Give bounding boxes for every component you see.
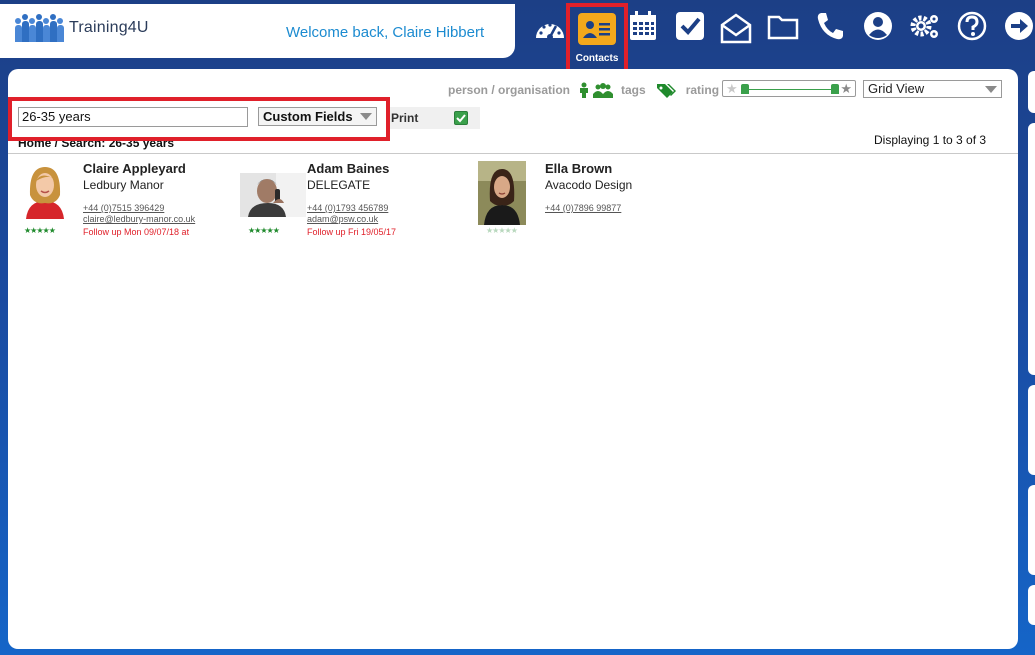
view-mode-value: Grid View [868, 81, 925, 96]
user-profile-icon[interactable] [856, 4, 900, 48]
slider-track [741, 89, 837, 90]
star-min-icon: ★ [726, 81, 738, 96]
filter-bar: person / organisation tags rating [448, 82, 719, 98]
person-organisation-label: person / organisation [448, 83, 571, 97]
help-icon[interactable] [950, 4, 994, 48]
welcome-message: Welcome back, Claire Hibbert [286, 24, 485, 41]
mail-icon[interactable] [714, 6, 758, 50]
organisation-filter-icon[interactable] [593, 82, 614, 98]
results-count: Displaying 1 to 3 of 3 [874, 133, 987, 147]
side-tab[interactable] [1028, 385, 1035, 475]
contact-card[interactable]: ★★★★★ Claire Appleyard Ledbury Manor +44… [16, 161, 241, 241]
print-label: Print [391, 111, 419, 125]
contacts-icon [578, 13, 616, 45]
side-tab[interactable] [1028, 123, 1035, 375]
contact-follow-up: Follow up Mon 09/07/18 at [83, 227, 190, 237]
rating-label: rating [685, 83, 720, 97]
star-max-icon: ★ [840, 81, 852, 96]
contact-card[interactable]: ★★★★★ Adam Baines DELEGATE +44 (0)1793 4… [240, 161, 465, 241]
contact-phone[interactable]: +44 (0)7515 396429 [83, 203, 164, 213]
person-filter-icon[interactable] [578, 82, 590, 98]
side-tab[interactable] [1028, 71, 1035, 113]
calendar-icon[interactable] [621, 4, 665, 48]
logo[interactable]: Training4U [14, 14, 149, 42]
view-mode-select[interactable]: Grid View [863, 80, 1002, 98]
rating-range-slider[interactable]: ★ ★ [722, 80, 856, 97]
contact-organisation: Ledbury Manor [83, 178, 164, 192]
slider-min-handle[interactable] [741, 84, 749, 94]
tags-icon[interactable] [656, 82, 676, 98]
phone-icon[interactable] [808, 4, 852, 48]
chevron-down-icon [985, 86, 997, 93]
contact-follow-up: Follow up Fri 19/05/17 [307, 227, 397, 237]
contact-organisation: DELEGATE [307, 178, 371, 192]
print-option: Print [390, 107, 480, 129]
contacts-nav-label: Contacts [575, 53, 619, 64]
contact-organisation: Avacodo Design [545, 178, 633, 192]
search-highlight-box [8, 97, 390, 141]
contact-email[interactable]: claire@ledbury-manor.co.uk [83, 214, 195, 224]
tasks-check-icon[interactable] [668, 4, 712, 48]
logo-people-icon [14, 14, 64, 42]
divider [8, 153, 1018, 154]
contact-phone[interactable]: +44 (0)7896 99877 [545, 203, 621, 213]
settings-gears-icon[interactable] [903, 4, 947, 48]
avatar[interactable] [16, 161, 74, 219]
avatar[interactable] [240, 173, 306, 217]
logo-text: Training4U [69, 19, 149, 36]
star-rating: ★★★★★ [24, 226, 56, 235]
contact-name[interactable]: Adam Baines [307, 161, 389, 176]
side-tab[interactable] [1028, 485, 1035, 575]
side-tab[interactable] [1028, 585, 1035, 625]
contact-name[interactable]: Ella Brown [545, 161, 612, 176]
star-rating: ★★★★★ [248, 226, 280, 235]
contact-card[interactable]: ★★★★★ Ella Brown Avacodo Design +44 (0)7… [478, 161, 703, 241]
nav-contacts[interactable]: Contacts [566, 3, 628, 74]
main-panel: person / organisation tags rating ★ ★ Gr… [8, 69, 1018, 649]
avatar[interactable] [478, 161, 526, 225]
contact-phone[interactable]: +44 (0)1793 456789 [307, 203, 388, 213]
folder-icon[interactable] [761, 4, 805, 48]
star-rating: ★★★★★ [486, 226, 518, 235]
logout-arrow-icon[interactable] [997, 4, 1035, 48]
contact-name[interactable]: Claire Appleyard [83, 161, 186, 176]
print-checkbox[interactable] [454, 111, 469, 125]
contact-email[interactable]: adam@psw.co.uk [307, 214, 378, 224]
header-bar: Training4U Welcome back, Claire Hibbert [0, 4, 515, 58]
tags-label: tags [621, 83, 646, 97]
slider-max-handle[interactable] [831, 84, 839, 94]
